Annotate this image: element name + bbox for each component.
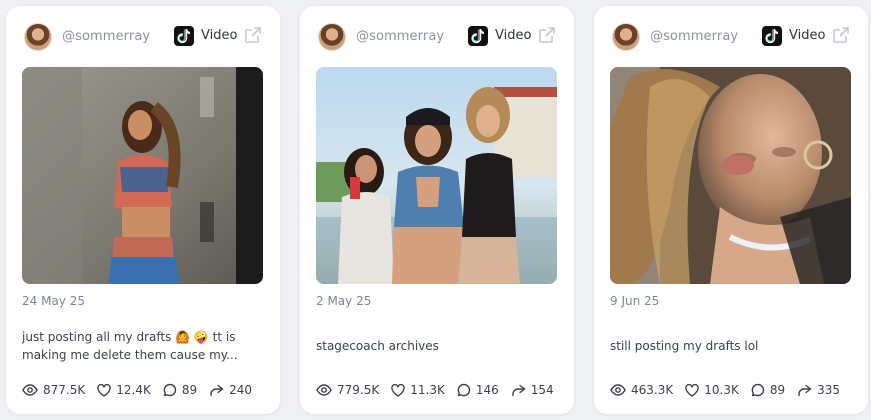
share-icon: [512, 384, 525, 396]
share-icon: [798, 384, 812, 396]
likes-count: 12.4K: [116, 383, 151, 397]
external-link-icon[interactable]: [832, 26, 850, 44]
comment-icon: [457, 383, 470, 397]
video-thumbnail[interactable]: [22, 67, 263, 284]
tiktok-icon: [174, 26, 194, 46]
comments-count: 89: [181, 383, 198, 397]
post-caption: still posting my drafts lol: [610, 339, 759, 353]
comments-stat: 89: [163, 383, 197, 397]
likes-stat: 10.3K: [685, 383, 739, 397]
post-date: 2 May 25: [316, 294, 372, 308]
external-link-icon[interactable]: [244, 26, 262, 44]
views-count: 877.5K: [43, 383, 86, 397]
likes-stat: 11.3K: [391, 383, 445, 397]
avatar[interactable]: [612, 23, 640, 51]
account-handle[interactable]: @sommerray: [650, 29, 738, 44]
shares-stat: 240: [209, 383, 252, 397]
card-header: @sommerray Video: [612, 23, 852, 51]
shares-stat: 154: [511, 383, 554, 397]
eye-icon: [316, 384, 332, 396]
shares-stat: 335: [797, 383, 840, 397]
views-count: 463.3K: [631, 383, 674, 397]
likes-count: 11.3K: [410, 383, 445, 397]
shares-count: 154: [530, 383, 554, 397]
eye-icon: [610, 384, 626, 396]
post-caption: just posting all my drafts 🙆 🤪 tt is mak…: [22, 330, 238, 362]
post-card[interactable]: @sommerray Video: [6, 6, 280, 414]
shares-count: 335: [817, 383, 841, 397]
video-thumbnail[interactable]: [316, 67, 557, 284]
comments-count: 146: [475, 383, 499, 397]
share-icon: [210, 384, 224, 396]
post-card-grid: @sommerray Video 24 May 25 just posting …: [0, 0, 871, 420]
account-handle[interactable]: @sommerray: [62, 29, 150, 44]
comment-icon: [751, 383, 764, 397]
likes-stat: 12.4K: [97, 383, 151, 397]
account-handle[interactable]: @sommerray: [356, 29, 444, 44]
avatar[interactable]: [318, 23, 346, 51]
card-header: @sommerray Video: [318, 23, 558, 51]
engagement-stats: 779.5K 11.3K 146 154: [316, 381, 554, 399]
avatar[interactable]: [24, 23, 52, 51]
comments-count: 89: [769, 383, 786, 397]
post-date: 9 Jun 25: [610, 294, 660, 308]
heart-icon: [685, 383, 699, 397]
engagement-stats: 463.3K 10.3K 89 335: [610, 381, 840, 399]
post-type-label: Video: [201, 28, 238, 43]
post-type-label: Video: [495, 28, 532, 43]
engagement-stats: 877.5K 12.4K 89 240: [22, 381, 252, 399]
video-thumbnail[interactable]: [610, 67, 851, 284]
views-count: 779.5K: [337, 383, 380, 397]
shares-count: 240: [229, 383, 253, 397]
heart-icon: [391, 383, 405, 397]
views-stat: 877.5K: [22, 383, 85, 397]
likes-count: 10.3K: [704, 383, 739, 397]
heart-icon: [97, 383, 111, 397]
eye-icon: [22, 384, 38, 396]
comments-stat: 146: [457, 383, 499, 397]
post-card[interactable]: @sommerray Video: [594, 6, 868, 414]
post-date: 24 May 25: [22, 294, 85, 308]
tiktok-icon: [762, 26, 782, 46]
external-link-icon[interactable]: [538, 26, 556, 44]
comment-icon: [163, 383, 176, 397]
post-card[interactable]: @sommerray Video: [300, 6, 574, 414]
tiktok-icon: [468, 26, 488, 46]
post-type-label: Video: [789, 28, 826, 43]
post-caption: stagecoach archives: [316, 339, 439, 353]
comments-stat: 89: [751, 383, 785, 397]
views-stat: 779.5K: [316, 383, 379, 397]
card-header: @sommerray Video: [24, 23, 264, 51]
views-stat: 463.3K: [610, 383, 673, 397]
